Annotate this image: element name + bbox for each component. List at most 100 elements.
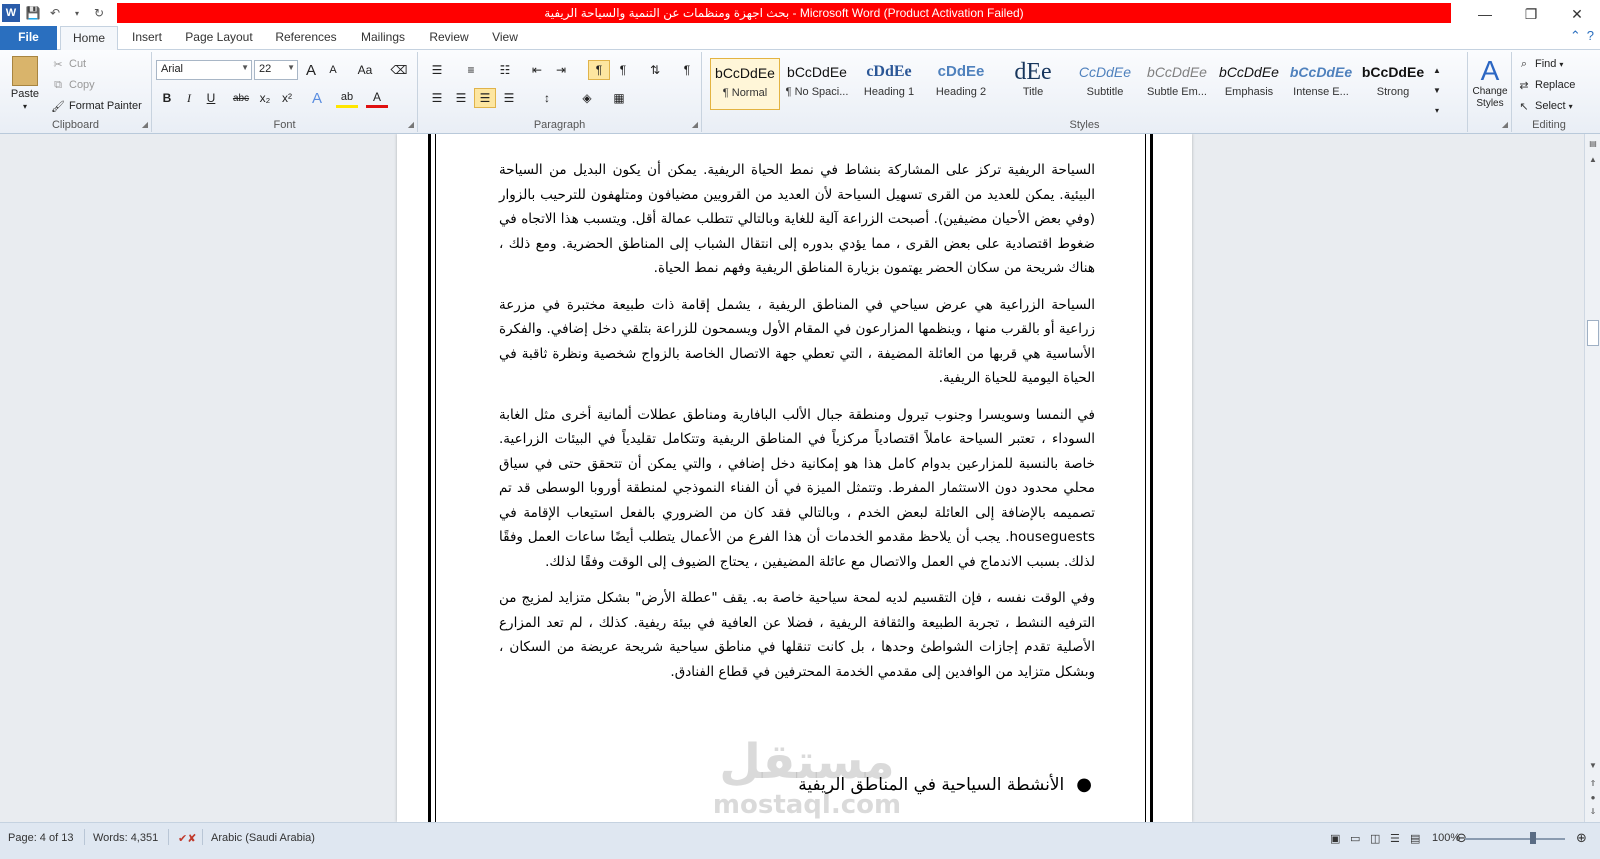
paragraph-land-holiday[interactable]: وفي الوقت نفسه ، فإن التقسيم لديه لمحة س… bbox=[499, 586, 1095, 684]
tab-insert[interactable]: Insert bbox=[122, 26, 172, 50]
full-screen-reading-icon[interactable]: ▭ bbox=[1350, 832, 1360, 845]
rtl-direction-icon[interactable]: ¶ bbox=[588, 60, 610, 80]
shrink-font-button[interactable]: A bbox=[322, 60, 344, 80]
bullet-heading[interactable]: ● الأنشطة السياحية في المناطق الريفية bbox=[798, 774, 1092, 795]
redo-icon[interactable]: ↻ bbox=[90, 4, 108, 22]
help-icon[interactable]: ? bbox=[1587, 28, 1594, 44]
text-effects-button[interactable]: A bbox=[306, 88, 328, 108]
zoom-in-icon[interactable]: ⊕ bbox=[1576, 830, 1587, 846]
styles-launcher-icon[interactable]: ◢ bbox=[1502, 120, 1508, 129]
replace-button[interactable]: ⇄ Replace bbox=[1516, 77, 1575, 93]
paste-button[interactable]: Paste ▾ bbox=[6, 56, 44, 111]
align-center-icon[interactable]: ☰ bbox=[450, 88, 472, 108]
maximize-button[interactable]: ❐ bbox=[1508, 0, 1554, 28]
align-right-icon[interactable]: ☰ bbox=[474, 88, 496, 108]
undo-icon[interactable]: ↶ bbox=[46, 4, 64, 22]
tab-page-layout[interactable]: Page Layout bbox=[180, 26, 258, 50]
tab-file[interactable]: File bbox=[0, 26, 57, 50]
format-painter-button[interactable]: 🖌 Format Painter bbox=[50, 98, 142, 114]
word-count[interactable]: Words: 4,351 bbox=[93, 832, 158, 844]
font-name-combo[interactable]: Arial ▼ bbox=[156, 60, 252, 80]
close-button[interactable]: ✕ bbox=[1554, 0, 1600, 28]
previous-page-icon[interactable]: ⇑ bbox=[1586, 776, 1600, 790]
increase-indent-icon[interactable]: ⇥ bbox=[550, 60, 572, 80]
line-spacing-icon[interactable]: ↕ bbox=[536, 88, 558, 108]
style-title[interactable]: dEe Title bbox=[998, 58, 1068, 110]
clear-formatting-icon[interactable]: ⌫ bbox=[388, 60, 410, 80]
underline-button[interactable]: U bbox=[200, 88, 222, 108]
copy-button[interactable]: ⧉ Copy bbox=[50, 77, 95, 93]
minimize-ribbon-icon[interactable]: ⌃ bbox=[1570, 28, 1581, 44]
document-body[interactable]: السياحة الريفية تركز على المشاركة بنشاط … bbox=[499, 158, 1095, 696]
font-color-button[interactable]: A bbox=[366, 88, 388, 108]
find-button[interactable]: ⌕ Find ▾ bbox=[1516, 56, 1564, 72]
style-normal[interactable]: bCcDdEe ¶ Normal bbox=[710, 58, 780, 110]
word-app-icon[interactable]: W bbox=[2, 4, 20, 22]
subscript-button[interactable]: x₂ bbox=[254, 88, 276, 108]
paragraph-rural-tourism[interactable]: السياحة الريفية تركز على المشاركة بنشاط … bbox=[499, 158, 1095, 281]
document-area[interactable]: السياحة الريفية تركز على المشاركة بنشاط … bbox=[0, 134, 1584, 822]
paragraph-agritourism[interactable]: السياحة الزراعية هي عرض سياحي في المناطق… bbox=[499, 293, 1095, 391]
multilevel-list-icon[interactable]: ☷ bbox=[494, 60, 516, 80]
superscript-button[interactable]: x² bbox=[276, 88, 298, 108]
document-page[interactable]: السياحة الريفية تركز على المشاركة بنشاط … bbox=[397, 134, 1192, 822]
styles-scroll-down-icon[interactable]: ▼ bbox=[1430, 80, 1444, 100]
style-heading-2[interactable]: cDdEe Heading 2 bbox=[926, 58, 996, 110]
font-size-combo[interactable]: 22 ▼ bbox=[254, 60, 298, 80]
tab-review[interactable]: Review bbox=[424, 26, 474, 50]
shading-icon[interactable]: ◈ bbox=[576, 88, 598, 108]
save-icon[interactable]: 💾 bbox=[24, 4, 42, 22]
style-subtle-emphasis[interactable]: bCcDdEe Subtle Em... bbox=[1142, 58, 1212, 110]
strikethrough-button[interactable]: abc bbox=[230, 88, 252, 108]
style-strong[interactable]: bCcDdEe Strong bbox=[1358, 58, 1428, 110]
bullets-icon[interactable]: ☰ bbox=[426, 60, 448, 80]
show-marks-icon[interactable]: ¶ bbox=[676, 60, 698, 80]
italic-button[interactable]: I bbox=[178, 88, 200, 108]
styles-more-icon[interactable]: ▾ bbox=[1430, 100, 1444, 120]
minimize-button[interactable]: — bbox=[1462, 0, 1508, 28]
style-intense-emphasis[interactable]: bCcDdEe Intense E... bbox=[1286, 58, 1356, 110]
clipboard-launcher-icon[interactable]: ◢ bbox=[142, 120, 148, 129]
next-page-icon[interactable]: ⇓ bbox=[1586, 804, 1600, 818]
numbering-icon[interactable]: ≡ bbox=[460, 60, 482, 80]
grow-font-button[interactable]: A bbox=[300, 60, 322, 80]
outline-icon[interactable]: ☰ bbox=[1390, 832, 1400, 845]
style-heading-1[interactable]: cDdEe Heading 1 bbox=[854, 58, 924, 110]
undo-dropdown-icon[interactable]: ▾ bbox=[68, 4, 86, 22]
tab-home[interactable]: Home bbox=[60, 26, 118, 51]
change-case-button[interactable]: Aa bbox=[350, 60, 380, 80]
language-indicator[interactable]: Arabic (Saudi Arabia) bbox=[211, 832, 315, 844]
ruler-toggle-icon[interactable]: ▤ bbox=[1586, 136, 1600, 150]
scroll-down-icon[interactable]: ▼ bbox=[1586, 758, 1600, 772]
style-no-spacing[interactable]: bCcDdEe ¶ No Spaci... bbox=[782, 58, 852, 110]
select-button[interactable]: ↖ Select ▾ bbox=[1516, 98, 1572, 114]
borders-icon[interactable]: ▦ bbox=[608, 88, 630, 108]
paragraph-launcher-icon[interactable]: ◢ bbox=[692, 120, 698, 129]
decrease-indent-icon[interactable]: ⇤ bbox=[526, 60, 548, 80]
zoom-slider-thumb[interactable] bbox=[1530, 832, 1536, 844]
draft-icon[interactable]: ▤ bbox=[1410, 832, 1420, 845]
bold-button[interactable]: B bbox=[156, 88, 178, 108]
font-launcher-icon[interactable]: ◢ bbox=[408, 120, 414, 129]
change-styles-button[interactable]: A Change Styles bbox=[1470, 56, 1510, 110]
style-emphasis[interactable]: bCcDdEe Emphasis bbox=[1214, 58, 1284, 110]
highlight-button[interactable]: ab bbox=[336, 88, 358, 108]
zoom-slider-track[interactable] bbox=[1465, 838, 1565, 840]
sort-icon[interactable]: ⇅ bbox=[644, 60, 666, 80]
proofing-icon[interactable]: ✔✘ bbox=[178, 832, 196, 845]
tab-mailings[interactable]: Mailings bbox=[352, 26, 414, 50]
web-layout-icon[interactable]: ◫ bbox=[1370, 832, 1380, 845]
ltr-direction-icon[interactable]: ¶ bbox=[612, 60, 634, 80]
paragraph-austria-switzerland[interactable]: في النمسا وسويسرا وجنوب تيرول ومنطقة جبا… bbox=[499, 403, 1095, 575]
vertical-scrollbar[interactable]: ▤ ▲ ▼ ⇑ ● ⇓ bbox=[1584, 134, 1600, 822]
cut-button[interactable]: ✂ Cut bbox=[50, 56, 86, 72]
justify-icon[interactable]: ☰ bbox=[498, 88, 520, 108]
browse-object-icon[interactable]: ● bbox=[1586, 790, 1600, 804]
tab-view[interactable]: View bbox=[484, 26, 526, 50]
align-left-icon[interactable]: ☰ bbox=[426, 88, 448, 108]
scroll-up-icon[interactable]: ▲ bbox=[1586, 152, 1600, 166]
print-layout-icon[interactable]: ▣ bbox=[1330, 832, 1340, 845]
tab-references[interactable]: References bbox=[270, 26, 342, 50]
styles-scroll-up-icon[interactable]: ▲ bbox=[1430, 60, 1444, 80]
style-subtitle[interactable]: CcDdEe Subtitle bbox=[1070, 58, 1140, 110]
